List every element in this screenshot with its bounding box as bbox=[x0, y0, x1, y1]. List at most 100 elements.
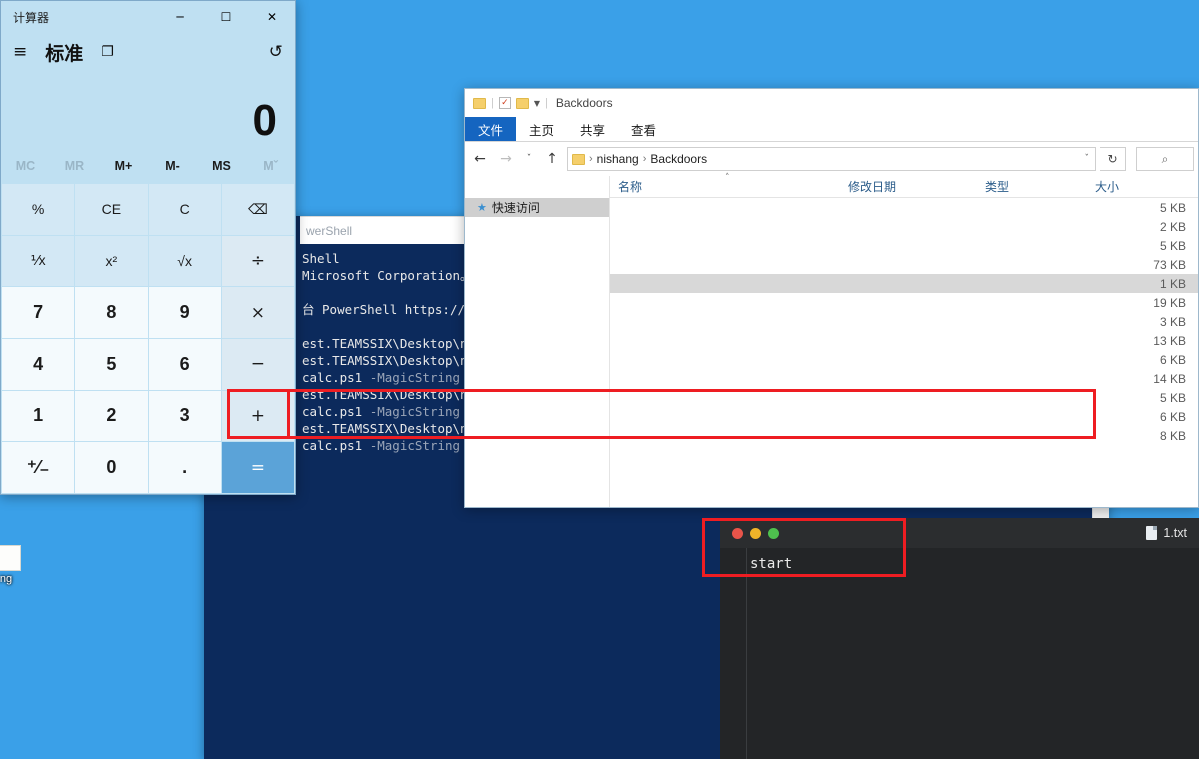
up-button[interactable]: ↑ bbox=[541, 145, 563, 173]
column-header-name[interactable]: 名称 ˄ bbox=[610, 173, 840, 195]
memory-key-m[interactable]: M- bbox=[148, 159, 197, 173]
calculator-close-button[interactable]: ✕ bbox=[249, 1, 295, 33]
column-header-size[interactable]: 大小 bbox=[1087, 178, 1187, 195]
calc-key-4[interactable]: 4 bbox=[2, 339, 75, 390]
calc-key-sym7[interactable]: ÷ bbox=[221, 235, 294, 287]
table-row[interactable]: 13 KB bbox=[610, 331, 1198, 350]
close-traffic-light-icon[interactable] bbox=[732, 527, 743, 539]
calc-key-x[interactable]: √x bbox=[148, 235, 221, 287]
calc-key-2[interactable]: 2 bbox=[75, 390, 148, 442]
calc-key-7[interactable]: 7 bbox=[2, 287, 75, 338]
calc-key-sym20[interactable]: ⁺⁄₋ bbox=[2, 442, 75, 493]
table-row[interactable]: 8 KB bbox=[610, 426, 1198, 445]
calculator-minimize-button[interactable]: ─ bbox=[157, 1, 203, 33]
breadcrumb-item-backdoors[interactable]: Backdoors bbox=[650, 152, 707, 166]
table-row[interactable]: 14 KB bbox=[610, 369, 1198, 388]
console-token: -MagicString bbox=[369, 404, 461, 419]
calc-key-c[interactable]: C bbox=[148, 184, 221, 235]
calc-key-sym23[interactable]: = bbox=[221, 442, 294, 493]
console-token: -MagicString bbox=[369, 370, 461, 385]
editor-file-tab[interactable]: 1.txt bbox=[1146, 526, 1187, 540]
properties-check-icon[interactable]: ✓ bbox=[498, 97, 511, 109]
table-row[interactable]: 5 KB bbox=[610, 236, 1198, 255]
table-row[interactable]: 5 KB bbox=[610, 198, 1198, 217]
ribbon-tab-3[interactable]: 查看 bbox=[618, 117, 669, 141]
explorer-file-list[interactable]: 名称 ˄ 修改日期 类型 大小 5 KB 2 KB 5 KB 73 KB 1 KB 19 KB 3 … bbox=[610, 173, 1198, 507]
forward-button[interactable]: → bbox=[495, 145, 517, 173]
editor-filename: 1.txt bbox=[1163, 526, 1187, 540]
memory-key-mr[interactable]: MR bbox=[50, 159, 99, 173]
row-size-cell: 8 KB bbox=[1159, 428, 1186, 443]
calc-key-x[interactable]: ⅟x bbox=[2, 235, 75, 287]
folder-icon bbox=[473, 97, 486, 109]
sidebar-item-label: 快速访问 bbox=[491, 201, 540, 215]
column-header-date[interactable]: 修改日期 bbox=[840, 178, 977, 195]
table-row[interactable]: 19 KB bbox=[610, 293, 1198, 312]
row-size-cell: 1 KB bbox=[1159, 276, 1186, 291]
calc-key-5[interactable]: 5 bbox=[75, 339, 148, 390]
file-list-rows: 5 KB 2 KB 5 KB 73 KB 1 KB 19 KB 3 KB 13 KB 6 KB 1… bbox=[610, 198, 1198, 445]
calc-key-sym11[interactable]: × bbox=[221, 287, 294, 338]
calc-key-sym15[interactable]: − bbox=[221, 339, 294, 390]
calc-key-sym19[interactable]: + bbox=[221, 390, 294, 442]
calc-key-0[interactable]: 0 bbox=[75, 442, 148, 493]
explorer-titlebar[interactable]: | ✓ ▼ | Backdoors bbox=[465, 89, 1198, 117]
breadcrumb-item-nishang[interactable]: nishang bbox=[597, 152, 639, 166]
calculator-titlebar[interactable]: 计算器 ─ ☐ ✕ bbox=[1, 1, 295, 33]
recent-locations-chevron-down-icon[interactable]: ˇ bbox=[521, 145, 537, 173]
refresh-button[interactable]: ↻ bbox=[1100, 147, 1126, 171]
calc-key-sym22[interactable]: . bbox=[148, 442, 221, 493]
calc-key-1[interactable]: 1 bbox=[2, 390, 75, 442]
calc-key-x[interactable]: x² bbox=[75, 235, 148, 287]
table-row[interactable]: 1 KB bbox=[610, 274, 1198, 293]
console-token: calc.ps1 bbox=[302, 370, 370, 385]
calculator-window[interactable]: 计算器 ─ ☐ ✕ ≡ 标准 ❐ ↺ 0 MC MR M+ M- MS Mˇ % CE C ⌫ ⅟… bbox=[0, 0, 296, 495]
memory-key-ms[interactable]: MS bbox=[197, 159, 246, 173]
address-chevron-down-icon[interactable]: ˇ bbox=[1085, 154, 1092, 164]
new-folder-icon[interactable] bbox=[515, 97, 529, 109]
calc-key-8[interactable]: 8 bbox=[75, 287, 148, 338]
calc-key-sym3[interactable]: ⌫ bbox=[221, 184, 294, 235]
ribbon-tab-1[interactable]: 主页 bbox=[516, 117, 567, 141]
table-row[interactable]: 3 KB bbox=[610, 312, 1198, 331]
text-editor-window[interactable]: 1.txt start bbox=[720, 518, 1199, 759]
memory-key-m[interactable]: Mˇ bbox=[246, 159, 295, 173]
row-size-cell: 6 KB bbox=[1159, 352, 1186, 367]
editor-content[interactable]: start bbox=[748, 550, 1199, 759]
quick-access-toolbar-chevron-down-icon[interactable]: ▼ bbox=[534, 99, 540, 108]
keep-on-top-pin-icon[interactable]: ❐ bbox=[101, 44, 114, 60]
console-token: -MagicString bbox=[369, 438, 461, 453]
row-size-cell: 3 KB bbox=[1159, 314, 1186, 329]
column-header-type[interactable]: 类型 bbox=[977, 178, 1087, 195]
table-row[interactable]: 6 KB bbox=[610, 350, 1198, 369]
table-row[interactable]: 73 KB bbox=[610, 255, 1198, 274]
calc-key-ce[interactable]: CE bbox=[75, 184, 148, 235]
console-token: calc.ps1 bbox=[302, 404, 370, 419]
back-button[interactable]: ← bbox=[469, 145, 491, 173]
search-input[interactable]: ⌕ bbox=[1136, 147, 1194, 171]
ribbon-tab-2[interactable]: 共享 bbox=[567, 117, 618, 141]
minimize-traffic-light-icon[interactable] bbox=[750, 527, 761, 539]
ribbon-tab-0[interactable]: 文件 bbox=[465, 117, 517, 141]
row-size-cell: 5 KB bbox=[1159, 200, 1186, 215]
memory-key-m[interactable]: M+ bbox=[99, 159, 148, 173]
calculator-maximize-button[interactable]: ☐ bbox=[203, 1, 249, 33]
desktop-icon-nishang[interactable]: ng bbox=[0, 545, 26, 585]
history-clock-icon[interactable]: ↺ bbox=[269, 42, 283, 62]
sidebar-item-quick-access[interactable]: ★ 快速访问 bbox=[465, 198, 609, 217]
table-row[interactable]: 2 KB bbox=[610, 217, 1198, 236]
table-row[interactable]: 6 KB bbox=[610, 407, 1198, 426]
calc-key-3[interactable]: 3 bbox=[148, 390, 221, 442]
file-explorer-window[interactable]: | ✓ ▼ | Backdoors 文件 主页 共享 查看 ← → ˇ ↑ › nis… bbox=[464, 88, 1199, 508]
calc-key-sym0[interactable]: % bbox=[2, 184, 75, 235]
explorer-ribbon-tabs: 文件 主页 共享 查看 bbox=[465, 117, 1198, 142]
maximize-traffic-light-icon[interactable] bbox=[768, 527, 779, 539]
calc-key-9[interactable]: 9 bbox=[148, 287, 221, 338]
hamburger-menu-icon[interactable]: ≡ bbox=[13, 42, 27, 62]
memory-key-mc[interactable]: MC bbox=[1, 159, 50, 173]
calc-key-6[interactable]: 6 bbox=[148, 339, 221, 390]
column-header-label: 名称 bbox=[618, 180, 643, 194]
address-bar[interactable]: › nishang › Backdoors ˇ bbox=[567, 147, 1096, 171]
table-row[interactable]: 5 KB bbox=[610, 388, 1198, 407]
column-header-label: 类型 bbox=[985, 180, 1010, 194]
